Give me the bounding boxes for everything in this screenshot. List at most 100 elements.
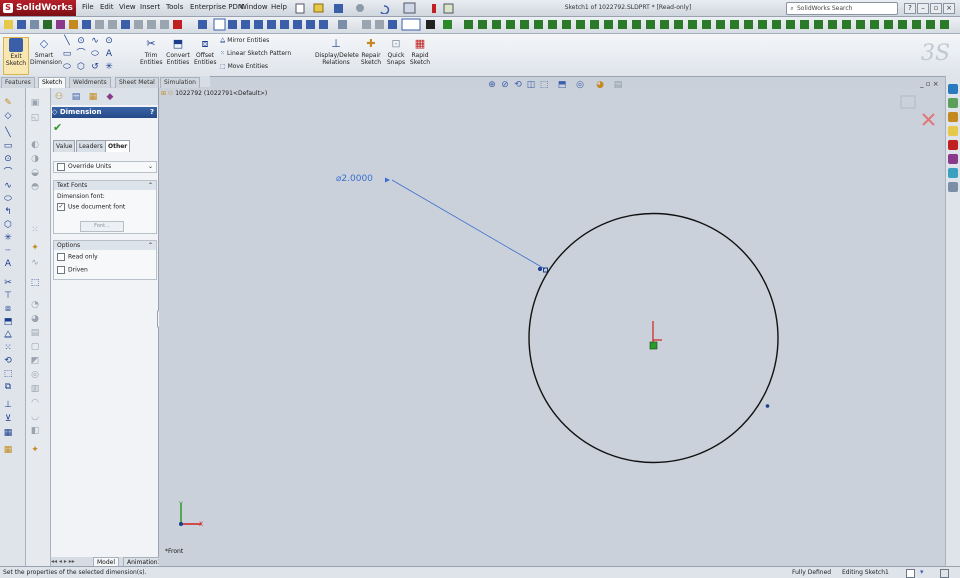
menu-help[interactable]: Help — [271, 3, 287, 11]
hole-icon[interactable]: ◎ — [30, 370, 40, 380]
display-manager-icon[interactable]: ◆ — [105, 92, 115, 102]
ellipse-icon-v[interactable]: ⬭ — [3, 194, 13, 204]
trim-entities-button[interactable]: ✂ Trim Entities — [140, 37, 162, 66]
read-only-row[interactable]: Read only — [54, 250, 156, 261]
rapid-sketch-icon-v[interactable]: ▦ — [3, 445, 13, 455]
text-icon[interactable]: A — [104, 49, 114, 59]
zoom-area-icon[interactable]: ⊘ — [500, 80, 510, 90]
grid-icon-v[interactable]: ▦ — [3, 428, 13, 438]
rapid-sketch-button[interactable]: ▦ Rapid Sketch — [409, 37, 431, 66]
slot-icon[interactable]: ⬭ — [62, 62, 72, 72]
loft-icon[interactable]: ◓ — [30, 182, 40, 192]
revolve-icon[interactable]: ◑ — [30, 154, 40, 164]
quick-snaps-button[interactable]: ⊡ Quick Snaps — [385, 37, 407, 66]
driven-checkbox[interactable] — [57, 266, 65, 274]
sketch-3d-icon[interactable]: ▣ — [30, 98, 40, 108]
rectangle-icon-v[interactable]: ▭ — [3, 141, 13, 151]
view-palette-icon[interactable] — [948, 154, 958, 164]
resources-icon[interactable] — [948, 84, 958, 94]
spline-icon[interactable]: ∿ — [90, 36, 100, 46]
move-entities-button[interactable]: ⬚ Move Entities — [220, 63, 268, 70]
chevron-up-icon[interactable]: ⌃ — [148, 181, 153, 190]
driven-row[interactable]: Driven — [54, 261, 156, 274]
menu-edit[interactable]: Edit — [100, 3, 114, 11]
solidworks-logo[interactable]: S SolidWorks — [0, 0, 76, 16]
sketch-canvas[interactable]: Y X — [159, 88, 944, 566]
sketch-icon[interactable]: ✎ — [3, 98, 13, 108]
repair-sketch-button[interactable]: ✚ Repair Sketch — [360, 37, 382, 66]
display-delete-relations-button[interactable]: ⊥ Display/Delete Relations — [315, 37, 359, 66]
convert-icon-v[interactable]: ⬒ — [3, 317, 13, 327]
relations-icon-v[interactable]: ⊥ — [3, 400, 13, 410]
close-window-button[interactable]: × — [943, 3, 955, 14]
use-document-font-row[interactable]: ✓ Use document font — [54, 200, 156, 211]
override-units-checkbox[interactable] — [57, 162, 65, 171]
search-results-icon[interactable] — [948, 140, 958, 150]
read-only-checkbox[interactable] — [57, 253, 65, 261]
units-icon[interactable]: ▾ — [920, 567, 924, 578]
rectangle-icon[interactable]: ▭ — [62, 49, 72, 59]
chamfer-icon[interactable]: ◕ — [30, 314, 40, 324]
help-icon[interactable]: ? — [150, 107, 154, 118]
fillet-icon-v[interactable]: ↰ — [3, 207, 13, 217]
polygon-icon-v[interactable]: ⬡ — [3, 220, 13, 230]
ok-checkmark-button[interactable]: ✔ — [53, 121, 62, 134]
design-library-icon[interactable] — [948, 98, 958, 108]
ellipse-icon[interactable]: ⬭ — [90, 49, 100, 59]
smart-dimension-icon-v[interactable]: ◇ — [3, 111, 13, 121]
menu-view[interactable]: View — [119, 3, 136, 11]
polygon-icon[interactable]: ⬡ — [76, 62, 86, 72]
arc-icon[interactable]: ⌒ — [76, 49, 86, 59]
spline-icon-v[interactable]: ∿ — [3, 181, 13, 191]
custom-properties-icon[interactable] — [948, 182, 958, 192]
custom-icon[interactable]: ✦ — [30, 445, 40, 455]
section-view-icon[interactable]: ◫ — [526, 80, 536, 90]
appearance-icon[interactable]: ◕ — [595, 80, 605, 90]
tab-scroll-buttons[interactable]: ◂◂ ◂ ▸ ▸▸ — [51, 558, 75, 565]
tab-simulation[interactable]: Simulation — [160, 77, 200, 88]
mirror-icon-v[interactable]: ⧋ — [3, 330, 13, 340]
override-units-group[interactable]: Override Units ⌄ — [53, 161, 157, 173]
move-icon-v[interactable]: ⬚ — [3, 369, 13, 379]
tangent-arc-icon[interactable]: ↺ — [90, 62, 100, 72]
previous-view-icon[interactable]: ⟲ — [513, 80, 523, 90]
tab-sheet-metal[interactable]: Sheet Metal — [115, 77, 159, 88]
chevron-down-icon[interactable]: ⌄ — [148, 162, 153, 172]
subtab-other[interactable]: Other — [105, 140, 131, 152]
tab-features[interactable]: Features — [1, 77, 35, 88]
plane-icon[interactable]: ◱ — [30, 113, 40, 123]
smart-dimension-button[interactable]: ◇ Smart Dimension — [30, 37, 62, 66]
tab-weldments[interactable]: Weldments — [69, 77, 111, 88]
chevron-up-icon[interactable]: ⌃ — [148, 241, 153, 250]
text-icon-v[interactable]: A — [3, 259, 13, 269]
menu-insert[interactable]: Insert — [140, 3, 160, 11]
line-icon-v[interactable]: ╲ — [3, 128, 13, 138]
trim-icon-v[interactable]: ✂ — [3, 278, 13, 288]
circular-pattern-icon-v[interactable]: ⟲ — [3, 356, 13, 366]
subtab-leaders[interactable]: Leaders — [76, 140, 106, 152]
offset-icon-v[interactable]: ⧈ — [3, 304, 13, 314]
circle-icon-v[interactable]: ⊙ — [3, 154, 13, 164]
subtab-value[interactable]: Value — [53, 140, 76, 152]
scene-icon[interactable]: ▤ — [613, 80, 623, 90]
zoom-to-fit-icon[interactable]: ⊕ — [487, 80, 497, 90]
draft-icon[interactable]: ◩ — [30, 356, 40, 366]
restore-button[interactable]: ▫ — [930, 3, 942, 14]
extend-icon-v[interactable]: ⊤ — [3, 291, 13, 301]
feature-tree-icon[interactable]: ⚇ — [54, 92, 64, 102]
sketch-fillet-icon[interactable]: ⊙ — [104, 36, 114, 46]
search-input[interactable]: ⌕ SolidWorks Search — [786, 2, 898, 15]
dome-icon[interactable]: ◠ — [30, 398, 40, 408]
extrude-icon[interactable]: ◐ — [30, 140, 40, 150]
offset-entities-button[interactable]: ⧈ Offset Entities — [194, 37, 216, 66]
menu-file[interactable]: File — [82, 3, 94, 11]
circle-icon[interactable]: ⊙ — [76, 36, 86, 46]
arc-icon-v[interactable]: ⌒ — [3, 168, 13, 178]
point-icon[interactable]: ✳ — [104, 62, 114, 72]
shell-icon[interactable]: ▢ — [30, 342, 40, 352]
copy-icon-v[interactable]: ⧉ — [3, 382, 13, 392]
curves-icon[interactable]: ∿ — [30, 258, 40, 268]
sweep-icon[interactable]: ◒ — [30, 168, 40, 178]
view-orientation-icon[interactable]: ⬚ — [539, 80, 549, 90]
help-button[interactable]: ? — [904, 3, 916, 14]
